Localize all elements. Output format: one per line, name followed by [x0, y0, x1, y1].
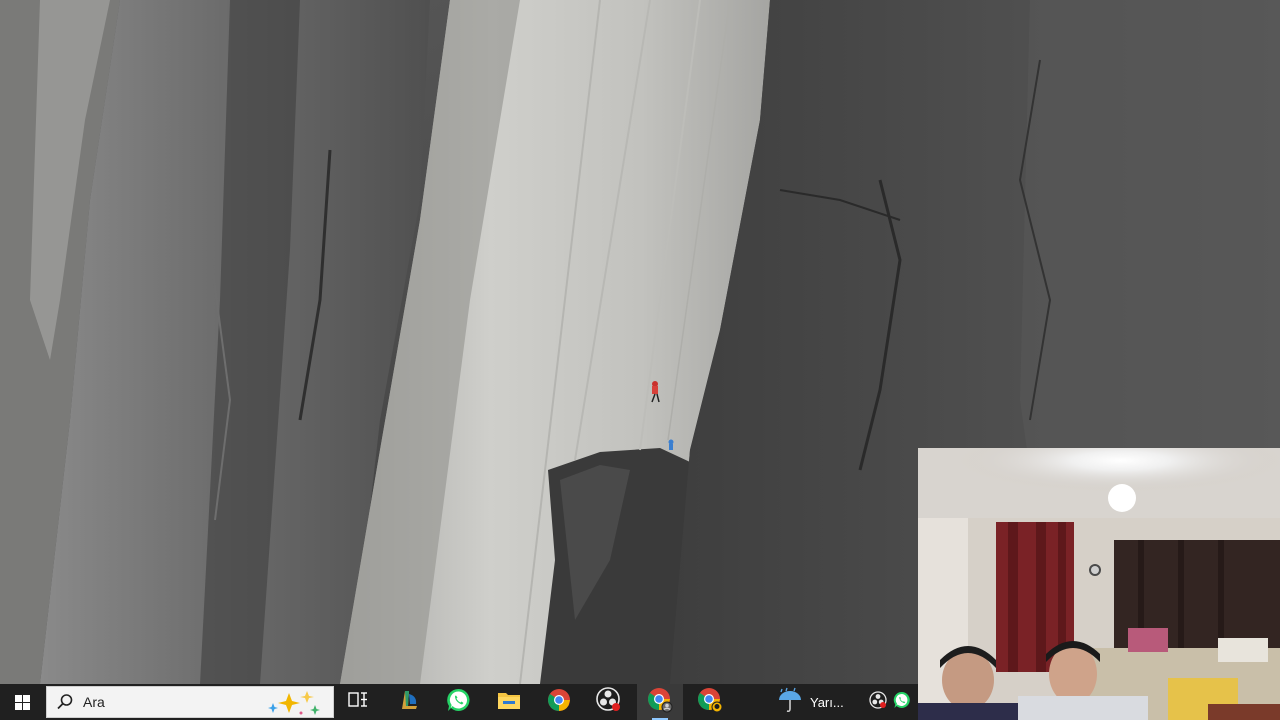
obs-icon — [596, 686, 622, 718]
webcam-overlay — [918, 448, 1280, 720]
taskbar-app-chrome-2[interactable] — [687, 684, 733, 720]
taskbar-search-box[interactable]: Ara — [46, 686, 334, 718]
taskbar-app-edge[interactable] — [386, 684, 432, 720]
tray-obs[interactable] — [866, 684, 890, 720]
chrome-profile-icon — [647, 687, 673, 718]
search-placeholder: Ara — [83, 694, 105, 710]
taskbar-app-chrome[interactable] — [536, 684, 582, 720]
search-icon — [47, 686, 83, 718]
task-view-icon — [348, 691, 368, 714]
chrome-icon — [547, 688, 571, 717]
taskbar-app-obs[interactable] — [586, 684, 632, 720]
rain-umbrella-icon — [776, 687, 804, 718]
obs-tray-icon — [869, 690, 887, 714]
task-view-button[interactable] — [335, 684, 381, 720]
whatsapp-tray-icon — [893, 691, 911, 714]
edge-app-icon — [397, 688, 421, 717]
taskbar-app-whatsapp[interactable] — [436, 684, 482, 720]
start-button[interactable] — [0, 684, 44, 720]
climber-blue — [668, 439, 674, 450]
weather-widget[interactable]: Yarı... — [776, 684, 856, 720]
taskbar-app-chrome-profile[interactable] — [637, 684, 683, 720]
weather-text: Yarı... — [810, 694, 844, 710]
tray-whatsapp[interactable] — [890, 684, 914, 720]
taskbar-app-file-explorer[interactable] — [486, 684, 532, 720]
search-highlight-sparkle-icon[interactable] — [263, 689, 327, 717]
chrome-icon — [697, 687, 723, 718]
whatsapp-icon — [446, 687, 472, 718]
file-explorer-icon — [497, 689, 521, 716]
windows-logo-icon — [14, 694, 30, 710]
webcam-feed — [918, 448, 1280, 720]
